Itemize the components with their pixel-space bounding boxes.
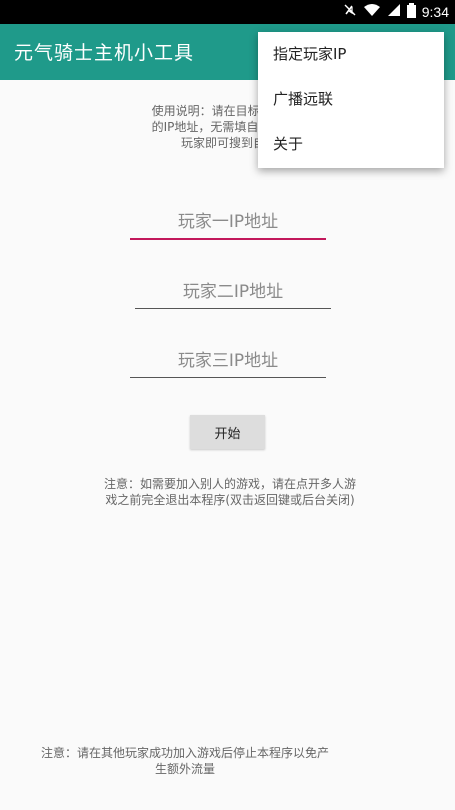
traffic-note-line-1: 注意：请在其他玩家成功加入游戏后停止本程序以免产: [40, 746, 329, 760]
wifi-icon: [363, 3, 381, 21]
player-three-ip-input[interactable]: [130, 344, 326, 378]
mute-icon: [343, 3, 357, 21]
menu-item-about[interactable]: 关于: [258, 122, 444, 167]
overflow-menu: 指定玩家IP 广播远联 关于: [258, 32, 444, 168]
traffic-note-line-2: 生额外流量: [154, 762, 215, 776]
status-time: 9:34: [421, 4, 449, 20]
join-note-line-1: 注意：如需要加入别人的游戏，请在点开多人游: [103, 477, 356, 491]
player-two-ip-input[interactable]: [135, 275, 331, 309]
traffic-note: 注意：请在其他玩家成功加入游戏后停止本程序以免产 生额外流量: [20, 745, 350, 777]
join-note: 注意：如需要加入别人的游戏，请在点开多人游 戏之前完全退出本程序(双击返回键或后…: [80, 476, 380, 508]
player-one-ip-input[interactable]: [130, 206, 326, 240]
join-note-line-2: 戏之前完全退出本程序(双击返回键或后台关闭): [105, 493, 355, 507]
menu-item-broadcast-remote[interactable]: 广播远联: [258, 77, 444, 122]
signal-icon: [387, 3, 401, 21]
status-icons: 9:34: [343, 2, 449, 22]
battery-icon: [406, 2, 416, 22]
app-title: 元气骑士主机小工具: [14, 42, 195, 64]
player-two-ip-field: [135, 275, 331, 309]
player-one-ip-field: [130, 206, 326, 240]
menu-item-specify-player-ip[interactable]: 指定玩家IP: [258, 32, 444, 77]
start-button[interactable]: 开始: [190, 415, 265, 449]
player-three-ip-field: [130, 344, 326, 378]
status-bar: 9:34: [0, 0, 455, 24]
